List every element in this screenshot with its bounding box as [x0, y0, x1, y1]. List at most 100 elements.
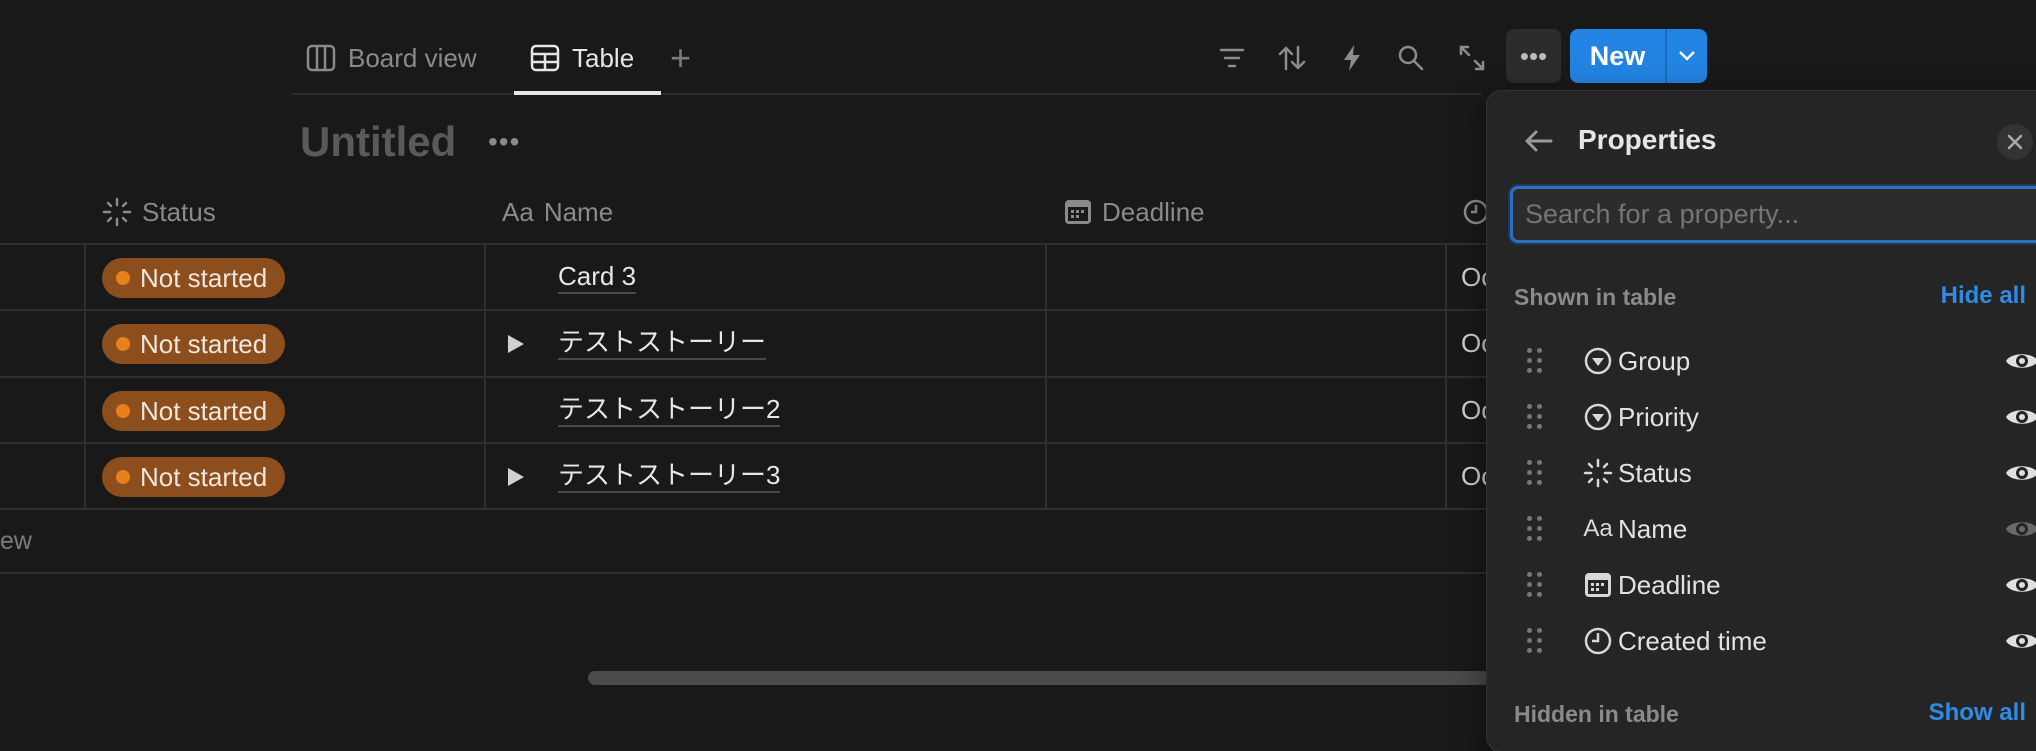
column-divider [484, 244, 486, 509]
calendar-icon [1581, 568, 1615, 602]
drag-handle-icon[interactable] [1527, 516, 1543, 542]
row-divider [0, 243, 1487, 245]
drag-handle-icon[interactable] [1527, 348, 1543, 374]
filter-icon [1219, 48, 1245, 68]
clock-icon [1581, 624, 1615, 658]
status-text: Not started [140, 328, 268, 359]
column-divider [84, 244, 86, 509]
tab-table[interactable]: Table [530, 38, 634, 78]
new-button[interactable]: New [1570, 29, 1665, 83]
property-item[interactable]: Aa Name [1517, 504, 2036, 554]
drag-handle-icon[interactable] [1527, 628, 1543, 654]
drag-handle-icon[interactable] [1527, 404, 1543, 430]
automation-button[interactable] [1332, 38, 1372, 78]
status-badge[interactable]: Not started [102, 324, 286, 364]
row-divider [0, 309, 1487, 311]
property-item[interactable]: Deadline [1517, 560, 2036, 610]
row-name[interactable]: Card 3 [558, 260, 637, 294]
select-icon [1581, 344, 1615, 378]
close-button[interactable] [1997, 124, 2033, 160]
back-arrow-icon[interactable] [1519, 121, 1559, 161]
properties-panel: Properties Shown in table Hide all Group… [1487, 91, 2036, 751]
calendar-icon [1065, 200, 1091, 224]
eye-icon[interactable] [2005, 517, 2036, 541]
search-icon [1398, 45, 1424, 71]
drag-handle-icon[interactable] [1527, 572, 1543, 598]
eye-icon[interactable] [2005, 405, 2036, 429]
row-name[interactable]: テストストーリー3 [558, 459, 781, 493]
column-header-created-time[interactable] [1462, 192, 1490, 232]
column-label: Name [543, 196, 614, 227]
eye-icon[interactable] [2005, 461, 2036, 485]
property-search-input[interactable] [1510, 186, 2036, 243]
filter-button[interactable] [1212, 38, 1252, 78]
status-icon [102, 197, 132, 227]
select-icon [1581, 400, 1615, 434]
new-row-button[interactable]: ew [0, 527, 32, 556]
status-text: Not started [140, 262, 268, 293]
property-label: Deadline [1618, 569, 1721, 600]
row-divider [0, 442, 1487, 444]
row-divider [0, 508, 1487, 510]
column-divider [1445, 244, 1447, 509]
row-name[interactable]: テストストーリー2 [558, 393, 781, 427]
status-text: Not started [140, 395, 268, 426]
column-label: Status [142, 196, 216, 227]
shown-section-label: Shown in table [1514, 284, 1677, 310]
property-label: Group [1618, 345, 1691, 376]
expand-toggle-icon[interactable] [508, 335, 524, 353]
eye-icon[interactable] [2005, 349, 2036, 373]
column-header-deadline[interactable]: Deadline [1064, 192, 1205, 232]
status-dot [116, 271, 130, 285]
column-header-name[interactable]: Aa Name [502, 192, 613, 232]
show-all-button[interactable]: Show all [1929, 699, 2026, 727]
database-more-button[interactable]: ••• [488, 126, 520, 158]
database-title[interactable]: Untitled [300, 118, 456, 166]
expand-button[interactable] [1452, 38, 1492, 78]
property-label: Priority [1618, 401, 1699, 432]
close-icon [2007, 134, 2023, 150]
expand-toggle-icon[interactable] [508, 468, 524, 486]
active-tab-underline [514, 91, 661, 95]
hide-all-button[interactable]: Hide all [1941, 282, 2026, 310]
horizontal-scrollbar[interactable] [588, 671, 1508, 685]
tab-divider [292, 93, 1482, 95]
row-divider [0, 376, 1487, 378]
status-text: Not started [140, 461, 268, 492]
board-icon [306, 44, 336, 72]
clock-icon [1463, 199, 1489, 225]
hidden-section-label: Hidden in table [1514, 701, 1679, 727]
status-icon [1581, 456, 1615, 490]
sort-icon [1278, 45, 1306, 71]
status-dot [116, 470, 130, 484]
eye-icon[interactable] [2005, 573, 2036, 597]
new-button-group: New [1570, 29, 1707, 83]
column-divider [1045, 244, 1047, 509]
property-item[interactable]: Priority [1517, 392, 2036, 442]
drag-handle-icon[interactable] [1527, 460, 1543, 486]
search-button[interactable] [1391, 38, 1431, 78]
status-badge[interactable]: Not started [102, 258, 286, 298]
property-label: Name [1618, 513, 1688, 544]
property-item[interactable]: Status [1517, 448, 2036, 498]
property-item[interactable]: Group [1517, 336, 2036, 386]
text-type-icon: Aa [502, 196, 534, 227]
row-name[interactable]: テストストーリー [558, 326, 767, 360]
status-dot [116, 404, 130, 418]
status-badge[interactable]: Not started [102, 457, 286, 497]
add-view-button[interactable]: + [670, 37, 691, 78]
property-item[interactable]: Created time [1517, 616, 2036, 666]
panel-title: Properties [1578, 124, 1717, 155]
eye-icon[interactable] [2005, 629, 2036, 653]
sort-button[interactable] [1272, 38, 1312, 78]
status-badge[interactable]: Not started [102, 391, 286, 431]
more-options-button[interactable]: ••• [1506, 29, 1561, 83]
tab-label: Board view [348, 42, 477, 73]
table-icon [530, 44, 560, 72]
tab-board-view[interactable]: Board view [306, 38, 477, 78]
tab-label: Table [572, 42, 635, 73]
column-header-status[interactable]: Status [102, 192, 216, 232]
new-dropdown-button[interactable] [1665, 29, 1707, 83]
text-type-icon: Aa [1583, 515, 1613, 542]
column-label: Deadline [1102, 196, 1205, 227]
